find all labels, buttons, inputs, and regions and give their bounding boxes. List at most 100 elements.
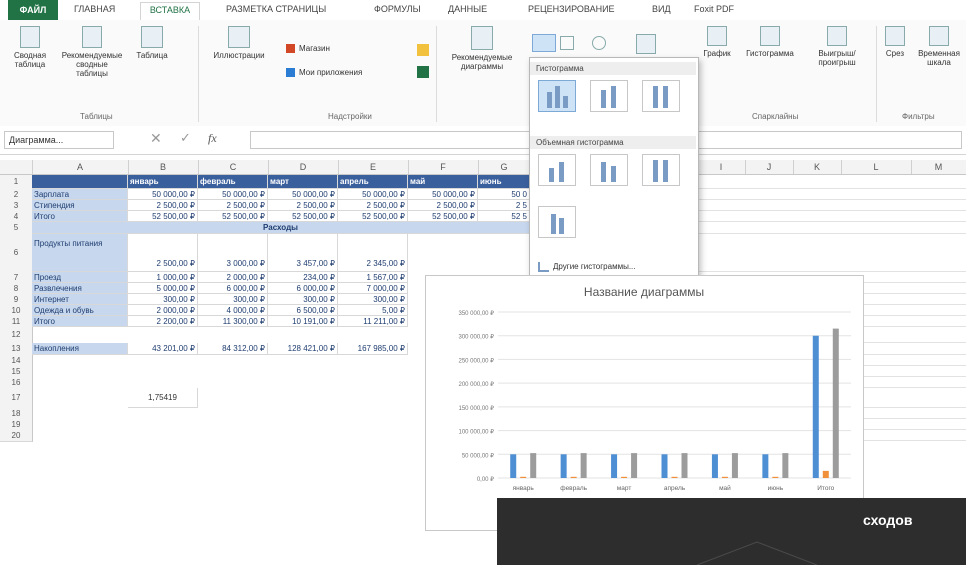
expense-value-cell[interactable]: 10 191,00 ₽ bbox=[268, 316, 338, 327]
column-header[interactable]: I bbox=[697, 160, 746, 174]
ratio-value-cell[interactable]: 1,75419 bbox=[128, 388, 198, 408]
column-chart-dropdown-button[interactable] bbox=[532, 34, 556, 52]
tab-view[interactable]: ВИД bbox=[652, 4, 671, 14]
expense-value-cell[interactable]: 300,00 ₽ bbox=[198, 294, 268, 305]
expense-value-cell[interactable]: 11 300,00 ₽ bbox=[198, 316, 268, 327]
expense-value-cell[interactable]: 11 211,00 ₽ bbox=[338, 316, 408, 327]
expense-row-label[interactable]: Развлечения bbox=[32, 283, 128, 294]
expense-value-cell[interactable]: 6 000,00 ₽ bbox=[268, 283, 338, 294]
income-value-cell[interactable]: 50 000,00 ₽ bbox=[408, 189, 478, 200]
income-row-label[interactable]: Зарплата bbox=[32, 189, 128, 200]
expense-value-cell[interactable]: 300,00 ₽ bbox=[128, 294, 198, 305]
expenses-header-band[interactable]: Расходы bbox=[32, 222, 530, 234]
row-header[interactable]: 20 bbox=[0, 430, 33, 442]
column-header[interactable]: D bbox=[268, 160, 339, 174]
sparkline-line-button[interactable]: График bbox=[700, 26, 734, 58]
savings-value-cell[interactable]: 84 312,00 ₽ bbox=[198, 343, 268, 355]
expense-value-cell[interactable]: 2 200,00 ₽ bbox=[128, 316, 198, 327]
income-value-cell[interactable]: 2 500,00 ₽ bbox=[338, 200, 408, 211]
income-value-cell[interactable]: 50 000,00 ₽ bbox=[268, 189, 338, 200]
income-value-cell[interactable]: 2 500,00 ₽ bbox=[198, 200, 268, 211]
expense-value-cell[interactable]: 6 500,00 ₽ bbox=[268, 305, 338, 316]
expense-value-cell[interactable]: 2 345,00 ₽ bbox=[338, 234, 408, 272]
expense-value-cell[interactable]: 1 000,00 ₽ bbox=[128, 272, 198, 283]
embedded-chart[interactable]: Название диаграммы 350 000,00 ₽ 300 000,0… bbox=[425, 275, 864, 531]
stacked-column-option[interactable] bbox=[590, 80, 628, 112]
savings-row-label[interactable]: Накопления bbox=[32, 343, 128, 355]
expense-value-cell[interactable]: 234,00 ₽ bbox=[268, 272, 338, 283]
table-header-month[interactable]: май bbox=[408, 175, 478, 189]
tab-foxit-pdf[interactable]: Foxit PDF bbox=[694, 4, 734, 14]
expense-value-cell[interactable]: 2 000,00 ₽ bbox=[198, 272, 268, 283]
tab-insert[interactable]: ВСТАВКА bbox=[140, 2, 200, 22]
3d-100-stacked-column-option[interactable] bbox=[642, 154, 680, 186]
column-header[interactable]: M bbox=[911, 160, 966, 174]
pivot-chart-icon[interactable] bbox=[636, 34, 656, 54]
people-graph-icon[interactable] bbox=[417, 66, 429, 78]
sparkline-column-button[interactable]: Гистограмма bbox=[740, 26, 800, 58]
expense-row-label[interactable]: Проезд bbox=[32, 272, 128, 283]
table-header-blank[interactable] bbox=[32, 175, 128, 189]
name-box[interactable]: Диаграмма... bbox=[4, 131, 114, 149]
expense-value-cell[interactable]: 2 500,00 ₽ bbox=[128, 234, 198, 272]
income-value-cell[interactable]: 50 000,00 ₽ bbox=[198, 189, 268, 200]
bing-maps-icon[interactable] bbox=[417, 44, 429, 56]
tab-file[interactable]: ФАЙЛ bbox=[8, 0, 58, 20]
income-value-cell[interactable]: 50 000,00 ₽ bbox=[128, 189, 198, 200]
column-header[interactable]: C bbox=[198, 160, 269, 174]
enter-icon[interactable]: ✓ bbox=[180, 130, 191, 146]
chart-title[interactable]: Название диаграммы bbox=[584, 285, 704, 299]
column-header[interactable]: A bbox=[32, 160, 129, 174]
3d-clustered-column-option[interactable] bbox=[538, 154, 576, 186]
column-header[interactable]: K bbox=[793, 160, 842, 174]
expense-value-cell[interactable]: 5 000,00 ₽ bbox=[128, 283, 198, 294]
row-header[interactable]: 17 bbox=[0, 388, 33, 409]
column-header[interactable]: L bbox=[841, 160, 912, 174]
income-value-cell[interactable]: 52 500,00 ₽ bbox=[198, 211, 268, 222]
table-header-month[interactable]: февраль bbox=[198, 175, 268, 189]
table-header-month[interactable]: июнь bbox=[478, 175, 530, 189]
insert-function-icon[interactable]: fx bbox=[208, 131, 217, 146]
table-header-month[interactable]: январь bbox=[128, 175, 198, 189]
expense-value-cell[interactable]: 7 000,00 ₽ bbox=[338, 283, 408, 294]
income-value-cell[interactable]: 52 5 bbox=[478, 211, 530, 222]
income-value-cell[interactable]: 2 500,00 ₽ bbox=[128, 200, 198, 211]
savings-value-cell[interactable]: 43 201,00 ₽ bbox=[128, 343, 198, 355]
income-value-cell[interactable]: 52 500,00 ₽ bbox=[268, 211, 338, 222]
column-header[interactable]: G bbox=[478, 160, 531, 174]
tab-review[interactable]: РЕЦЕНЗИРОВАНИЕ bbox=[528, 4, 615, 14]
illustrations-button[interactable]: Иллюстрации bbox=[204, 26, 274, 60]
income-row-label[interactable]: Итого bbox=[32, 211, 128, 222]
column-header[interactable]: F bbox=[408, 160, 479, 174]
tab-data[interactable]: ДАННЫЕ bbox=[448, 4, 487, 14]
pivot-table-button[interactable]: Сводная таблица bbox=[4, 26, 56, 69]
column-header[interactable]: B bbox=[128, 160, 199, 174]
pie-chart-icon[interactable] bbox=[592, 36, 606, 50]
expense-value-cell[interactable]: 300,00 ₽ bbox=[268, 294, 338, 305]
table-header-month[interactable]: апрель bbox=[338, 175, 408, 189]
income-value-cell[interactable]: 52 500,00 ₽ bbox=[128, 211, 198, 222]
slicer-button[interactable]: Срез bbox=[880, 26, 910, 58]
table-button[interactable]: Таблица bbox=[130, 26, 174, 60]
income-value-cell[interactable]: 50 0 bbox=[478, 189, 530, 200]
expense-value-cell[interactable]: 3 000,00 ₽ bbox=[198, 234, 268, 272]
timeline-button[interactable]: Временная шкала bbox=[912, 26, 966, 67]
my-apps-button[interactable]: Мои приложения bbox=[286, 68, 426, 78]
column-header[interactable]: J bbox=[745, 160, 794, 174]
sparkline-winloss-button[interactable]: Выигрыш/проигрыш bbox=[806, 26, 868, 67]
savings-value-cell[interactable]: 128 421,00 ₽ bbox=[268, 343, 338, 355]
income-value-cell[interactable]: 2 500,00 ₽ bbox=[408, 200, 478, 211]
line-chart-icon[interactable] bbox=[560, 36, 574, 50]
income-value-cell[interactable]: 2 500,00 ₽ bbox=[268, 200, 338, 211]
100-stacked-column-option[interactable] bbox=[642, 80, 680, 112]
3d-column-option[interactable] bbox=[538, 206, 576, 238]
recommended-pivot-button[interactable]: Рекомендуемые сводные таблицы bbox=[60, 26, 124, 78]
recommended-charts-button[interactable]: Рекомендуемые диаграммы bbox=[440, 26, 524, 71]
expense-row-label[interactable]: Итого bbox=[32, 316, 128, 327]
income-value-cell[interactable]: 2 5 bbox=[478, 200, 530, 211]
expense-value-cell[interactable]: 2 000,00 ₽ bbox=[128, 305, 198, 316]
income-value-cell[interactable]: 50 000,00 ₽ bbox=[338, 189, 408, 200]
expense-row-label[interactable]: Интернет bbox=[32, 294, 128, 305]
expense-row-label[interactable]: Одежда и обувь bbox=[32, 305, 128, 316]
row-header[interactable]: 6 bbox=[0, 234, 33, 273]
